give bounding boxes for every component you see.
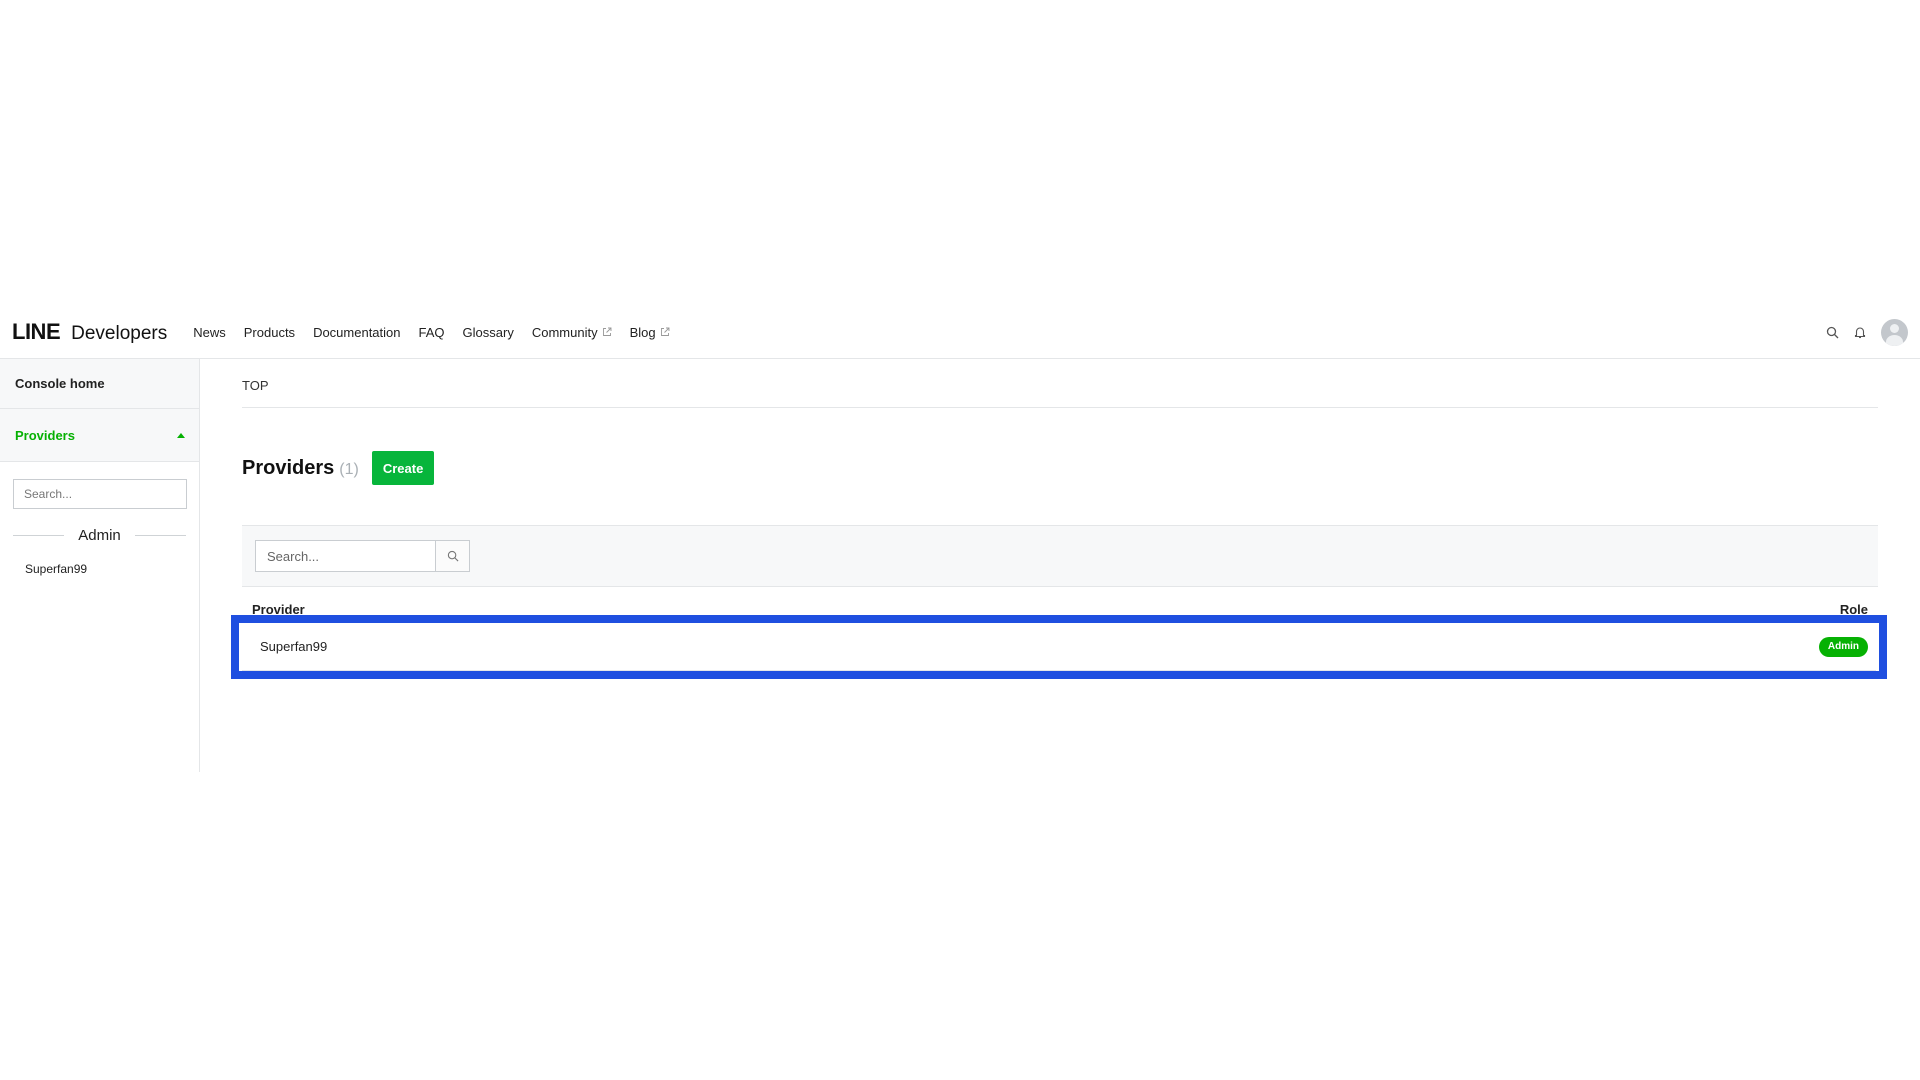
divider	[13, 535, 65, 536]
top-header: LINE Developers News Products Documentat…	[0, 306, 1920, 359]
external-link-icon	[602, 327, 612, 336]
nav-documentation-label: Documentation	[313, 324, 401, 340]
sidebar-group-label: Admin	[78, 527, 121, 544]
search-icon	[447, 550, 458, 562]
page-title: Providers	[242, 456, 335, 479]
avatar[interactable]	[1881, 319, 1908, 346]
breadcrumb-top[interactable]: TOP	[242, 378, 269, 393]
nav-news-label: News	[193, 324, 226, 340]
main-content: TOP Providers (1) Create Provider Role S…	[231, 359, 1887, 679]
bell-icon[interactable]	[1853, 326, 1867, 340]
create-button[interactable]: Create	[371, 451, 435, 485]
providers-label: Providers	[15, 427, 75, 443]
line-developers-logo[interactable]: LINE Developers	[12, 319, 167, 345]
nav-news[interactable]: News	[193, 325, 226, 340]
role-badge: Admin	[1818, 636, 1868, 657]
console-home-label: Console home	[15, 376, 105, 391]
search-button[interactable]	[435, 540, 470, 572]
nav-faq-label: FAQ	[418, 324, 445, 340]
provider-name: Superfan99	[260, 639, 328, 654]
main-nav: News Products Documentation FAQ Glossary…	[193, 325, 687, 340]
provider-search-input[interactable]	[255, 540, 435, 572]
row-highlight: Superfan99 Admin	[231, 615, 1887, 679]
search-icon[interactable]	[1825, 326, 1839, 340]
title-row: Providers (1) Create	[242, 451, 1878, 485]
nav-community-label: Community	[531, 324, 598, 340]
breadcrumb: TOP	[242, 359, 1878, 408]
nav-faq[interactable]: FAQ	[419, 325, 445, 340]
sidebar: Console home Providers Admin Superfan99	[0, 359, 200, 772]
filter-bar	[242, 525, 1878, 587]
nav-community[interactable]: Community	[532, 325, 612, 340]
provider-count: (1)	[339, 460, 359, 478]
header-actions	[1825, 306, 1908, 359]
table-row[interactable]: Superfan99 Admin	[242, 623, 1876, 671]
nav-blog-label: Blog	[629, 324, 656, 340]
sidebar-providers-toggle[interactable]: Providers	[0, 409, 199, 462]
nav-blog[interactable]: Blog	[630, 325, 670, 340]
nav-glossary-label: Glossary	[462, 324, 514, 340]
sidebar-search-input[interactable]	[13, 479, 187, 509]
nav-products-label: Products	[243, 324, 296, 340]
external-link-icon	[660, 327, 670, 336]
nav-documentation[interactable]: Documentation	[313, 325, 400, 340]
caret-up-icon	[177, 432, 185, 438]
divider	[134, 535, 186, 536]
nav-products[interactable]: Products	[244, 325, 295, 340]
page: LINE Developers News Products Documentat…	[0, 0, 1920, 1080]
sidebar-console-home[interactable]: Console home	[0, 359, 199, 409]
nav-glossary[interactable]: Glossary	[463, 325, 514, 340]
logo-line-text: LINE	[12, 319, 61, 344]
sidebar-item-superfan99[interactable]: Superfan99	[25, 562, 199, 576]
sidebar-group-header: Admin	[13, 527, 186, 544]
logo-developers-text: Developers	[71, 323, 168, 344]
